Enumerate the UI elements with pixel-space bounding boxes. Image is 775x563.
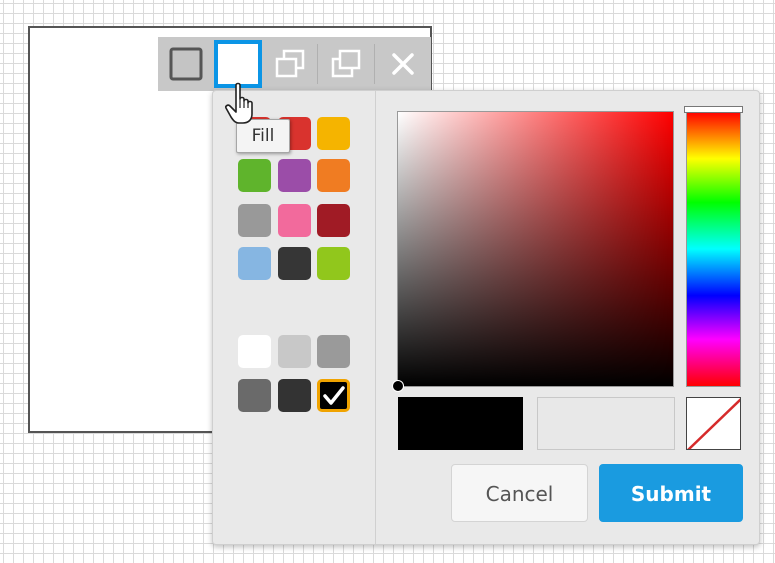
color-swatch[interactable] (317, 247, 350, 280)
cancel-button[interactable]: Cancel (451, 464, 588, 522)
hue-slider-handle[interactable] (684, 106, 743, 113)
bring-forward-button[interactable] (266, 40, 314, 88)
checkmark-icon (323, 386, 345, 405)
gray-swatch[interactable] (238, 335, 271, 368)
gray-swatch-selected[interactable] (317, 379, 350, 412)
no-color-icon (687, 398, 740, 449)
color-swatch[interactable] (317, 204, 350, 237)
color-swatch[interactable] (278, 204, 311, 237)
color-swatch[interactable] (278, 247, 311, 280)
delete-button[interactable] (379, 40, 427, 88)
shape-toolbar (158, 37, 431, 91)
send-backward-icon (332, 49, 361, 78)
submit-button[interactable]: Submit (599, 464, 743, 522)
gray-swatch[interactable] (317, 335, 350, 368)
saturation-value-area[interactable] (392, 111, 674, 392)
hue-slider[interactable] (684, 106, 743, 387)
fill-square-icon (224, 51, 251, 77)
hand-pointer-icon (225, 82, 253, 124)
gray-swatch[interactable] (238, 379, 271, 412)
fill-button[interactable] (213, 40, 262, 88)
previous-color-preview (537, 397, 675, 450)
close-icon (392, 53, 414, 75)
color-picker-popover: Cancel Submit (212, 90, 760, 545)
color-swatch[interactable] (238, 204, 271, 237)
send-backward-button[interactable] (322, 40, 370, 88)
current-color-preview (398, 397, 523, 450)
toolbar-separator (374, 44, 376, 84)
gray-swatch[interactable] (278, 335, 311, 368)
shape-style-button[interactable] (162, 40, 210, 88)
color-swatch[interactable] (238, 247, 271, 280)
color-swatch[interactable] (278, 159, 311, 192)
color-swatch[interactable] (238, 159, 271, 192)
color-swatch[interactable] (317, 117, 350, 150)
picker-divider (375, 91, 376, 544)
no-fill-button[interactable] (686, 397, 741, 450)
shape-square-icon (169, 47, 203, 81)
color-swatch[interactable] (317, 159, 350, 192)
toolbar-separator (317, 44, 319, 84)
gray-swatch[interactable] (278, 379, 311, 412)
color-selector-handle[interactable] (392, 380, 404, 392)
bring-forward-icon (275, 49, 304, 78)
